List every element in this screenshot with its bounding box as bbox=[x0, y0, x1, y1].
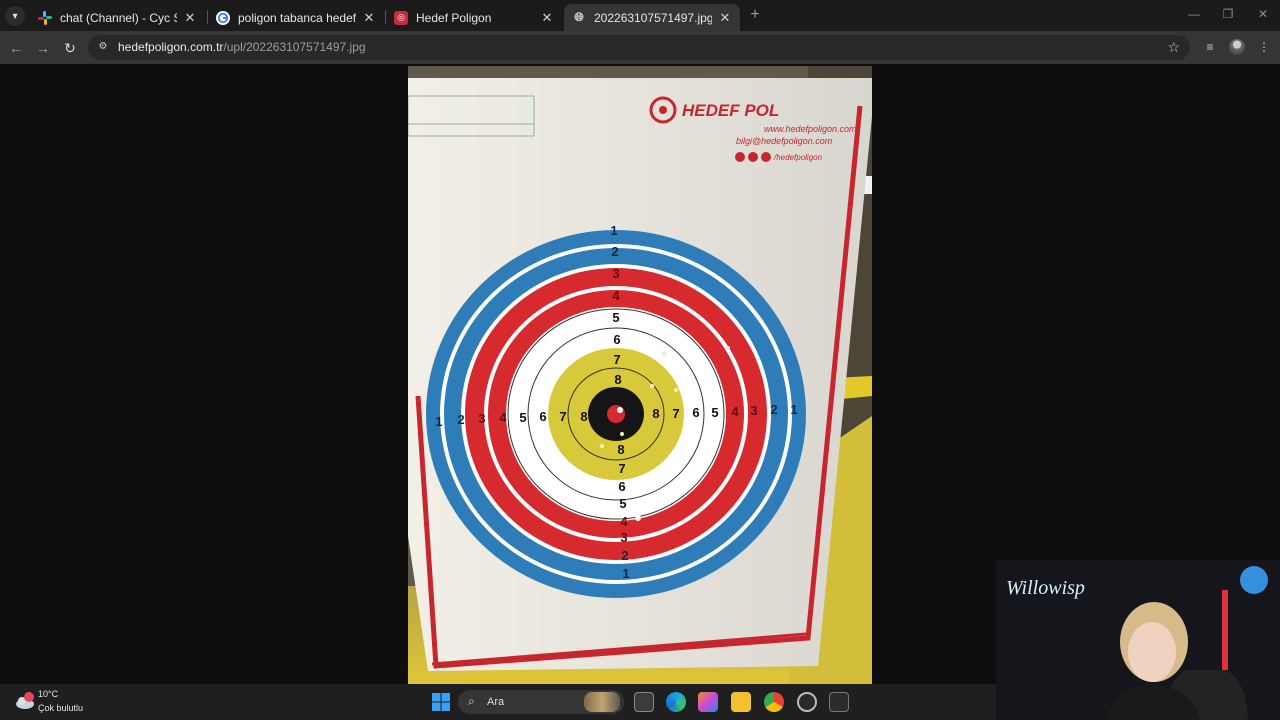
ring-number: 2 bbox=[457, 412, 464, 427]
ring-number: 6 bbox=[692, 405, 699, 420]
back-arrow-icon[interactable]: ← bbox=[6, 38, 26, 58]
browser-toolbar: ← → ↻ ⚙ hedefpoligon.com.tr/upl/20226310… bbox=[0, 31, 1280, 64]
address-bar[interactable]: ⚙ hedefpoligon.com.tr/upl/20226310757149… bbox=[88, 35, 1190, 60]
menu-dots-icon[interactable]: ⋮ bbox=[1256, 39, 1272, 55]
webcam-overlay: Willowisp bbox=[996, 560, 1280, 720]
hedef-poligon-icon: ◎ bbox=[394, 10, 408, 25]
task-view-icon[interactable] bbox=[634, 692, 654, 712]
ring-number: 1 bbox=[610, 223, 617, 238]
weather-temperature[interactable]: 10°C bbox=[38, 689, 58, 699]
ring-number: 7 bbox=[613, 352, 620, 367]
tab-title: poligon tabanca hedefi - Goog bbox=[238, 10, 356, 25]
url-text[interactable]: hedefpoligon.com.tr/upl/202263107571497.… bbox=[118, 40, 366, 54]
forward-arrow-icon[interactable]: → bbox=[33, 38, 53, 58]
cloud-icon bbox=[16, 692, 34, 709]
ring-number: 5 bbox=[519, 410, 526, 425]
tab-title: Hedef Poligon bbox=[416, 10, 492, 25]
slack-icon bbox=[38, 10, 52, 25]
ring-number: 1 bbox=[622, 566, 629, 581]
site-info-icon[interactable]: ⚙ bbox=[96, 40, 110, 54]
ring-number: 7 bbox=[672, 406, 679, 421]
copilot-icon[interactable] bbox=[698, 692, 718, 712]
target-illustration: HEDEF POL www.hedefpoligon.com bilgi@hed… bbox=[408, 66, 872, 684]
chrome-icon[interactable] bbox=[764, 692, 784, 712]
tab-title: 202263107571497.jpg (1920×2 bbox=[594, 10, 712, 25]
ring-number: 3 bbox=[750, 403, 757, 418]
profile-avatar[interactable] bbox=[1229, 39, 1245, 55]
url-path: /upl/202263107571497.jpg bbox=[223, 40, 366, 54]
ring-number: 8 bbox=[652, 406, 659, 421]
target-brand: HEDEF POL bbox=[682, 101, 779, 120]
terminal-icon[interactable] bbox=[829, 692, 849, 712]
maximize-icon[interactable]: ❐ bbox=[1220, 6, 1236, 22]
ring-number: 4 bbox=[731, 404, 739, 419]
ring-number: 2 bbox=[621, 548, 628, 563]
tab-image-file[interactable]: 🌐︎ 202263107571497.jpg (1920×2 ✕ bbox=[564, 4, 740, 31]
close-icon[interactable]: ✕ bbox=[718, 10, 732, 26]
target-photo[interactable]: HEDEF POL www.hedefpoligon.com bilgi@hed… bbox=[408, 66, 872, 684]
ring-number: 7 bbox=[559, 409, 566, 424]
close-icon[interactable]: ✕ bbox=[183, 10, 197, 26]
tab-search-chevron-icon[interactable]: ▾ bbox=[5, 6, 25, 26]
taskbar-search[interactable]: ⌕ Ara bbox=[458, 690, 624, 714]
edge-icon[interactable] bbox=[666, 692, 686, 712]
tab-slack[interactable]: chat (Channel) - Cyc Slack - Sla ✕ bbox=[30, 4, 205, 31]
tab-strip: ▾ chat (Channel) - Cyc Slack - Sla ✕ pol… bbox=[0, 0, 1280, 31]
window-close-icon[interactable]: ✕ bbox=[1255, 6, 1271, 22]
tab-hedef-poligon[interactable]: ◎ Hedef Poligon ✕ bbox=[386, 4, 562, 31]
target-social: /hedefpoligon bbox=[773, 153, 823, 162]
target-email: bilgi@hedefpoligon.com bbox=[736, 136, 833, 146]
reading-list-icon[interactable]: ≡ bbox=[1202, 39, 1218, 55]
new-tab-icon[interactable]: + bbox=[746, 6, 764, 24]
search-label: Ara bbox=[487, 696, 505, 708]
ring-number: 8 bbox=[614, 372, 621, 387]
search-highlight-image bbox=[584, 692, 620, 712]
ring-number: 8 bbox=[580, 409, 587, 424]
ring-number: 1 bbox=[435, 414, 442, 429]
globe-icon: 🌐︎ bbox=[574, 10, 584, 24]
ring-number: 4 bbox=[499, 410, 507, 425]
ring-number: 3 bbox=[478, 411, 485, 426]
windows-start-icon[interactable] bbox=[431, 692, 451, 712]
ring-number: 2 bbox=[770, 402, 777, 417]
ring-number: 3 bbox=[612, 266, 619, 281]
ring-number: 8 bbox=[617, 442, 624, 457]
url-domain: hedefpoligon.com.tr bbox=[118, 40, 224, 54]
ring-number: 4 bbox=[620, 514, 628, 529]
search-icon: ⌕ bbox=[468, 694, 475, 708]
ring-number: 5 bbox=[619, 496, 626, 511]
tab-title: chat (Channel) - Cyc Slack - Sla bbox=[60, 10, 177, 25]
close-icon[interactable]: ✕ bbox=[540, 10, 554, 26]
bookmark-star-icon[interactable]: ☆ bbox=[1167, 39, 1180, 56]
file-explorer-icon[interactable] bbox=[731, 692, 751, 712]
ring-number: 1 bbox=[790, 402, 797, 417]
ring-number: 5 bbox=[711, 405, 718, 420]
ring-number: 3 bbox=[620, 530, 627, 545]
minimize-icon[interactable]: — bbox=[1186, 6, 1202, 22]
close-icon[interactable]: ✕ bbox=[362, 10, 376, 26]
ring-number: 5 bbox=[612, 310, 619, 325]
ring-number: 7 bbox=[618, 461, 625, 476]
google-icon bbox=[216, 10, 230, 25]
weather-description[interactable]: Çok bulutlu bbox=[38, 703, 83, 713]
ring-number: 6 bbox=[539, 409, 546, 424]
ring-number: 6 bbox=[613, 332, 620, 347]
reload-icon[interactable]: ↻ bbox=[60, 38, 80, 58]
webcam-feed: Willowisp bbox=[996, 560, 1280, 720]
chrome-profile-icon[interactable] bbox=[797, 692, 817, 712]
ring-number: 2 bbox=[611, 244, 618, 259]
tab-google-search[interactable]: poligon tabanca hedefi - Goog ✕ bbox=[208, 4, 384, 31]
ring-number: 6 bbox=[618, 479, 625, 494]
webcam-overlay-text: Willowisp bbox=[1006, 577, 1085, 599]
ring-number: 4 bbox=[612, 288, 620, 303]
target-website: www.hedefpoligon.com bbox=[764, 124, 857, 134]
